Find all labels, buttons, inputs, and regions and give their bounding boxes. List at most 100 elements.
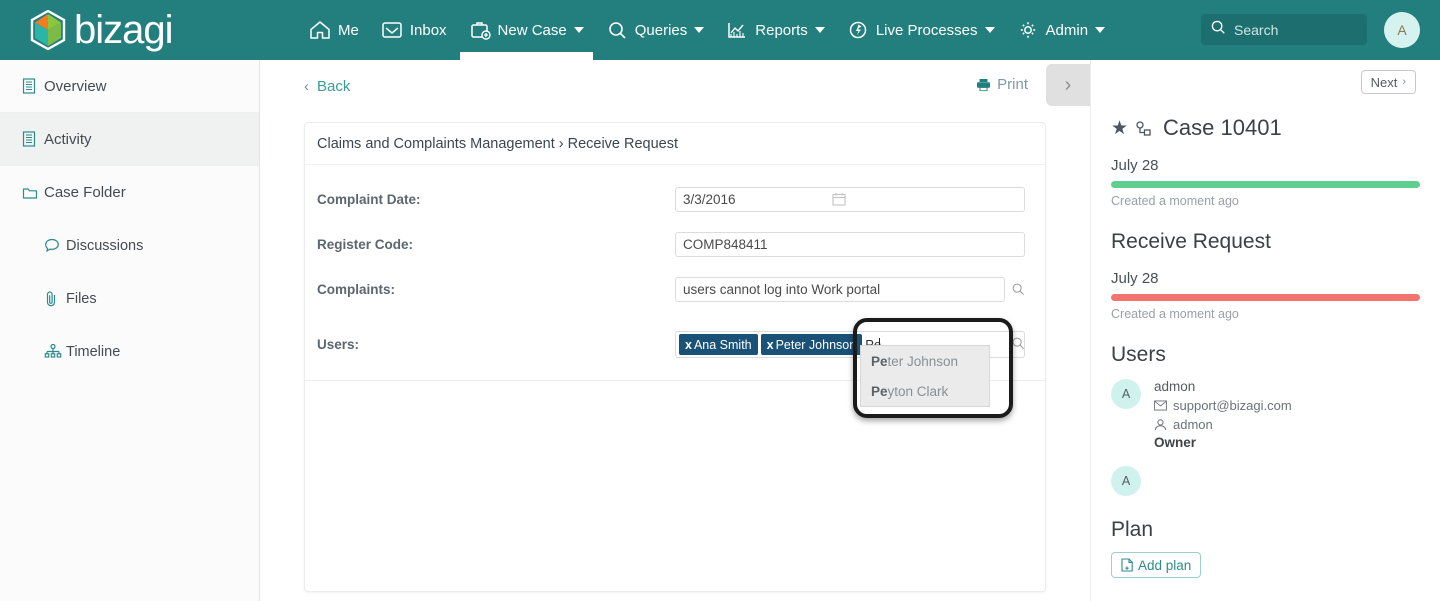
timeline-progress-bar-red xyxy=(1111,294,1420,301)
nav-item-queries[interactable]: Queries xyxy=(595,0,716,60)
sidebar-item-label: Overview xyxy=(44,77,107,95)
timeline-note: Created a moment ago xyxy=(1111,307,1239,321)
magnifier-icon[interactable] xyxy=(1011,336,1025,353)
user-token[interactable]: x Ana Smith xyxy=(679,334,758,355)
chevron-down-icon xyxy=(573,27,584,33)
remove-token-icon[interactable]: x xyxy=(767,338,774,352)
users-section-heading: Users xyxy=(1111,343,1166,366)
nav-label: Live Processes xyxy=(875,21,978,39)
avatar[interactable]: A xyxy=(1111,466,1141,496)
match-prefix: Pe xyxy=(871,383,888,399)
nav-item-me[interactable]: Me xyxy=(298,0,370,60)
sidebar-item-timeline[interactable]: Timeline xyxy=(0,325,259,378)
field-label: Users: xyxy=(317,337,360,352)
comment-icon xyxy=(44,238,66,253)
complaints-input[interactable] xyxy=(675,276,1005,302)
row-spacer xyxy=(305,260,1045,273)
timeline-note: Created a moment ago xyxy=(1111,194,1239,208)
print-button[interactable]: Print xyxy=(976,76,1028,93)
inbox-icon xyxy=(381,20,403,40)
user-details: admon support@bizagi.com admon Owner xyxy=(1154,379,1292,450)
main-nav: Me Inbox New Case Queries Reports Live P… xyxy=(298,0,1116,60)
breadcrumb-separator: › xyxy=(558,135,564,152)
brand-logo[interactable]: bizagi xyxy=(30,9,260,51)
live-processes-icon xyxy=(847,20,869,40)
plan-section-heading: Plan xyxy=(1111,518,1154,541)
document-icon xyxy=(22,78,44,94)
nav-label: Admin xyxy=(1045,21,1089,39)
remove-token-icon[interactable]: x xyxy=(685,338,692,352)
star-icon[interactable]: ★ xyxy=(1111,117,1128,140)
nav-item-live-processes[interactable]: Live Processes xyxy=(836,0,1006,60)
sidebar-item-case-folder[interactable]: Case Folder xyxy=(0,166,259,219)
nav-item-admin[interactable]: Admin xyxy=(1006,0,1117,60)
global-search[interactable] xyxy=(1201,14,1367,45)
field-label: Complaints: xyxy=(317,281,396,297)
back-button[interactable]: ‹ Back xyxy=(304,78,350,95)
breadcrumb-parent[interactable]: Claims and Complaints Management xyxy=(317,136,555,152)
next-button[interactable]: Next › xyxy=(1360,70,1416,94)
user-username-row: admon xyxy=(1154,417,1292,432)
timeline-date: July 28 xyxy=(1111,157,1159,174)
page-title: Case 10401 xyxy=(1163,115,1282,140)
nav-label: New Case xyxy=(497,21,567,39)
bizagi-hexagon-icon xyxy=(30,9,66,51)
sidebar-item-files[interactable]: Files xyxy=(0,272,259,325)
nav-label: Inbox xyxy=(409,21,447,39)
user-token[interactable]: x Peter Johnson xyxy=(760,334,863,355)
timeline-icon xyxy=(44,343,66,360)
person-icon xyxy=(1154,418,1167,431)
nav-item-inbox[interactable]: Inbox xyxy=(370,0,458,60)
breadcrumb-current: Receive Request xyxy=(567,135,679,152)
sidebar-item-discussions[interactable]: Discussions xyxy=(0,219,259,272)
sidebar-item-label: Files xyxy=(66,290,97,307)
chevron-down-icon xyxy=(1095,27,1106,33)
user-avatar[interactable]: A xyxy=(1384,12,1420,48)
top-navigation-bar: bizagi Me Inbox New Case Queries Reports… xyxy=(0,0,1440,60)
form-row-register-code: Register Code: xyxy=(305,228,1045,260)
share-icon[interactable] xyxy=(1135,120,1152,137)
sidebar-item-activity[interactable]: Activity xyxy=(0,113,259,166)
gear-icon xyxy=(1017,20,1039,40)
user-email-row: support@bizagi.com xyxy=(1154,398,1292,413)
nav-item-new-case[interactable]: New Case xyxy=(458,0,595,60)
timeline-progress-bar-green xyxy=(1111,181,1420,188)
briefcase-plus-icon xyxy=(469,20,491,40)
panel-collapse-toggle[interactable]: › xyxy=(1046,64,1090,106)
avatar-initial: A xyxy=(1121,474,1131,488)
complaint-date-input[interactable] xyxy=(675,186,1025,212)
timeline-entry-receive-request: Receive Request July 28 Created a moment… xyxy=(1111,230,1420,321)
envelope-icon xyxy=(1154,400,1167,411)
add-plan-button[interactable]: Add plan xyxy=(1111,552,1202,578)
sidebar-item-label: Timeline xyxy=(66,343,121,360)
register-code-input[interactable] xyxy=(675,231,1025,257)
sidebar-item-label: Activity xyxy=(44,130,92,148)
magnifier-icon[interactable] xyxy=(1011,282,1025,299)
autocomplete-option-peter-johnson[interactable]: Pe ter Johnson xyxy=(861,346,989,376)
main-content: ‹ Back Print › Claims and Complaints Man… xyxy=(260,60,1090,601)
case-form: Complaint Date: Register Code: xyxy=(305,165,1045,418)
calendar-icon[interactable] xyxy=(832,192,846,209)
nav-label: Queries xyxy=(634,21,688,39)
user-name: admon xyxy=(1154,379,1196,394)
form-row-complaints: Complaints: xyxy=(305,273,1045,305)
nav-item-reports[interactable]: Reports xyxy=(715,0,836,60)
match-prefix: Pe xyxy=(871,353,888,369)
chevron-down-icon xyxy=(984,27,995,33)
chevron-right-icon: › xyxy=(1402,76,1406,88)
chevron-down-icon xyxy=(814,27,825,33)
avatar[interactable]: A xyxy=(1111,379,1141,409)
match-rest: ter Johnson xyxy=(887,353,959,369)
autocomplete-option-peyton-clark[interactable]: Pe yton Clark xyxy=(861,376,989,406)
add-plan-label: Add plan xyxy=(1138,557,1192,573)
app-root: bizagi Me Inbox New Case Queries Reports… xyxy=(0,0,1440,601)
print-label: Print xyxy=(997,76,1028,93)
sidebar-item-overview[interactable]: Overview xyxy=(0,60,259,113)
avatar-initial: A xyxy=(1397,22,1407,38)
printer-icon xyxy=(976,78,991,92)
timeline-date: July 28 xyxy=(1111,270,1159,287)
field-control xyxy=(675,186,1031,212)
search-input[interactable] xyxy=(1234,21,1354,38)
search-icon xyxy=(1210,19,1226,40)
content-toolbar: ‹ Back Print › xyxy=(260,60,1090,112)
